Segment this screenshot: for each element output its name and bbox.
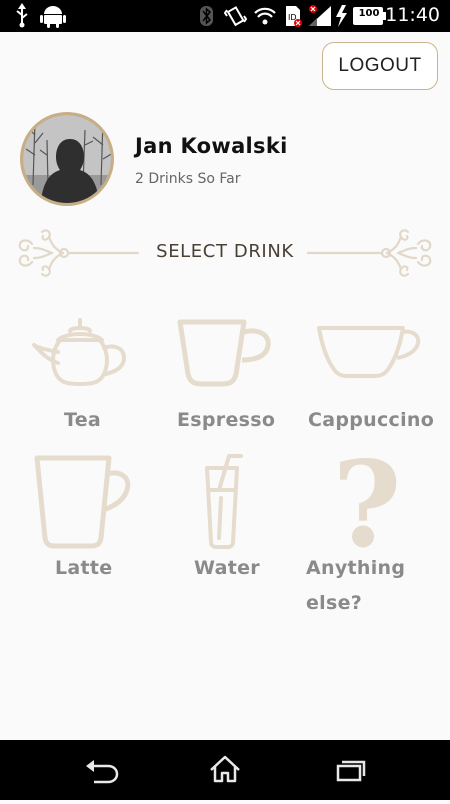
battery-level: 100 — [358, 8, 380, 19]
home-icon — [210, 755, 240, 783]
drink-tea[interactable]: Tea — [20, 312, 140, 437]
water-glass-icon — [205, 454, 243, 549]
drink-label: Cappuccino — [308, 409, 435, 431]
section-title: SELECT DRINK — [156, 241, 294, 262]
drink-cappuccino[interactable]: Cappuccino — [305, 312, 434, 437]
status-bar: ID 100 11:40 — [0, 0, 450, 32]
drink-anything-else[interactable]: ? Anything else? — [305, 450, 435, 620]
charging-icon — [336, 5, 347, 27]
clock: 11:40 — [385, 4, 440, 26]
drink-label: Latte — [55, 557, 113, 579]
drink-label-line2: else? — [306, 592, 363, 614]
drink-label: Water — [194, 557, 260, 579]
recent-apps-icon — [336, 760, 366, 782]
drinks-count: 2 Drinks So Far — [135, 171, 241, 187]
drink-label: Tea — [64, 409, 102, 431]
svg-text:?: ? — [332, 450, 401, 550]
cappuccino-cup-icon — [317, 326, 421, 378]
drink-latte[interactable]: Latte — [25, 450, 145, 585]
vibrate-icon — [223, 6, 248, 27]
android-icon — [40, 6, 66, 28]
usb-icon — [16, 3, 28, 28]
wifi-icon — [254, 7, 276, 25]
teapot-icon — [32, 318, 126, 386]
latte-mug-icon — [34, 455, 131, 549]
bluetooth-icon — [200, 6, 213, 26]
back-button[interactable] — [50, 740, 150, 800]
drink-water[interactable]: Water — [185, 450, 275, 585]
question-mark-icon: ? — [332, 450, 401, 550]
drink-label-line1: Anything — [306, 557, 406, 579]
signal-icon — [309, 5, 331, 26]
back-icon — [86, 760, 119, 784]
status-icons: ID — [16, 3, 386, 28]
user-name: Jan Kowalski — [135, 134, 288, 158]
navigation-bar — [0, 740, 450, 800]
sim-icon: ID — [286, 6, 302, 27]
drink-label: Espresso — [177, 409, 276, 431]
espresso-cup-icon — [177, 319, 271, 387]
avatar — [20, 112, 114, 206]
drink-espresso[interactable]: Espresso — [170, 312, 290, 437]
avatar-photo — [23, 115, 111, 203]
home-button[interactable] — [175, 740, 275, 800]
recent-apps-button[interactable] — [300, 740, 400, 800]
logout-button[interactable]: LOGOUT — [322, 42, 438, 90]
